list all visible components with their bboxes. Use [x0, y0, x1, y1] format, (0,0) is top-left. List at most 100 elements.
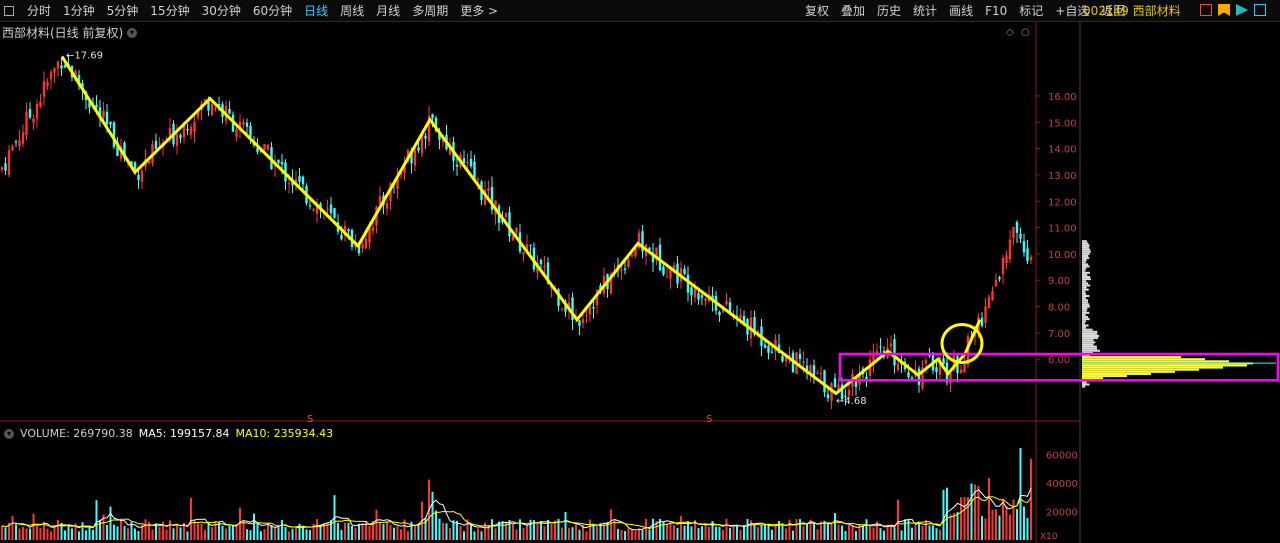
- volume-bar: [11, 515, 14, 540]
- volume-profile-bar: [1082, 383, 1090, 386]
- candle-body: [476, 178, 480, 180]
- volume-bar: [179, 527, 182, 540]
- volume-bar: [113, 524, 115, 540]
- volume-bar: [865, 519, 868, 540]
- candle-body: [343, 225, 347, 236]
- candle-body: [112, 122, 116, 148]
- volume-bar: [197, 523, 199, 540]
- period-tab[interactable]: 1分钟: [58, 0, 100, 22]
- period-tab[interactable]: 日线: [299, 0, 333, 22]
- volume-bar: [1023, 506, 1025, 540]
- volume-profile-bar: [1082, 358, 1205, 361]
- volume-bar: [802, 526, 805, 540]
- tool-button[interactable]: 叠加: [836, 0, 870, 22]
- candle-body: [1008, 239, 1012, 260]
- candle-body: [637, 232, 641, 248]
- volume-bar: [298, 523, 301, 540]
- period-tab[interactable]: 多周期: [407, 0, 453, 22]
- menu-icon[interactable]: [4, 6, 14, 16]
- tool-button[interactable]: 复权: [800, 0, 834, 22]
- volume-bar: [722, 529, 724, 540]
- volume-profile-bar: [1082, 276, 1091, 279]
- volume-bar: [176, 523, 178, 540]
- period-tab[interactable]: 月线: [371, 0, 405, 22]
- candle-body: [431, 114, 434, 119]
- dropdown-icon[interactable]: ▾: [127, 27, 138, 38]
- period-tab[interactable]: 周线: [335, 0, 369, 22]
- candle-body: [4, 163, 7, 171]
- candle-body: [326, 208, 329, 211]
- volume-bar: [599, 523, 602, 540]
- period-tab[interactable]: 60分钟: [248, 0, 297, 22]
- candle-body: [217, 103, 221, 108]
- tool-button[interactable]: 统计: [908, 0, 942, 22]
- volume-bar: [844, 531, 847, 540]
- volume-bar: [977, 485, 980, 540]
- volume-bar: [862, 525, 864, 540]
- volume-bar: [533, 520, 535, 540]
- diamond-icon: ◇: [1006, 27, 1014, 38]
- bookmark-icon[interactable]: [1218, 4, 1230, 16]
- period-tab[interactable]: 5分钟: [102, 0, 144, 22]
- candle-body: [98, 107, 102, 119]
- volume-profile-bar: [1082, 290, 1086, 293]
- volume-bar: [81, 522, 84, 540]
- candle-body: [207, 101, 210, 111]
- volume-bar: [144, 519, 147, 540]
- volume-bar: [505, 521, 507, 540]
- tool-button[interactable]: F10: [980, 0, 1012, 22]
- volume-profile-bar: [1082, 265, 1090, 268]
- volume-bar: [659, 518, 661, 540]
- tool-button[interactable]: 历史: [872, 0, 906, 22]
- volume-profile-bar: [1082, 297, 1086, 300]
- volume-profile-bar: [1082, 313, 1086, 316]
- candle-body: [140, 170, 144, 182]
- volume-bar: [263, 529, 266, 540]
- candle-body: [732, 313, 735, 318]
- candle-body: [893, 339, 896, 366]
- play-icon[interactable]: [1236, 4, 1248, 16]
- period-tab[interactable]: 分时: [22, 0, 56, 22]
- candle-body: [984, 306, 987, 323]
- candle-body: [487, 187, 490, 192]
- volume-profile-bar: [1082, 349, 1100, 352]
- candle-body: [501, 218, 504, 222]
- volume-dropdown-icon[interactable]: ▾: [4, 428, 14, 439]
- volume-bar: [645, 518, 647, 540]
- candle-body: [11, 146, 14, 151]
- candle-body: [1001, 258, 1005, 275]
- volume-bar: [459, 525, 462, 540]
- volume-tick-label: 20000: [1046, 507, 1078, 518]
- volume-bar: [18, 528, 21, 540]
- candle-body: [602, 276, 606, 294]
- period-tab[interactable]: 30分钟: [197, 0, 246, 22]
- volume-bar: [85, 530, 87, 540]
- chart-icon[interactable]: [1254, 4, 1266, 16]
- volume-bar: [536, 522, 539, 540]
- volume-bar: [967, 497, 969, 540]
- tool-button[interactable]: 标记: [1014, 0, 1048, 22]
- volume-bar: [673, 525, 675, 540]
- f-icon[interactable]: [1200, 4, 1212, 16]
- tool-button[interactable]: 画线: [944, 0, 978, 22]
- candle-body: [294, 179, 298, 185]
- volume-profile-bar: [1082, 320, 1087, 323]
- candle-body: [546, 262, 550, 284]
- volume-bar: [491, 519, 493, 540]
- period-tab[interactable]: 更多 >: [455, 0, 503, 22]
- volume-profile-bar: [1082, 244, 1090, 247]
- candle-body: [557, 289, 560, 306]
- candle-body: [396, 175, 399, 189]
- volume-bar: [183, 522, 185, 540]
- volume-bar: [50, 531, 52, 540]
- toolbar: 分时 1分钟 5分钟 15分钟 30分钟 60分钟 日线 周线 月线 多周期 更多 > 复权 叠加 历史…: [0, 0, 1280, 22]
- volume-bar: [123, 526, 126, 540]
- period-tab[interactable]: 15分钟: [145, 0, 194, 22]
- volume-profile-bar: [1082, 271, 1090, 274]
- volume-bar: [837, 524, 840, 540]
- candle-body: [74, 70, 77, 82]
- candle-body: [553, 287, 557, 290]
- candle-body: [679, 268, 683, 282]
- candle-body: [221, 104, 224, 117]
- volume-bar: [638, 528, 640, 540]
